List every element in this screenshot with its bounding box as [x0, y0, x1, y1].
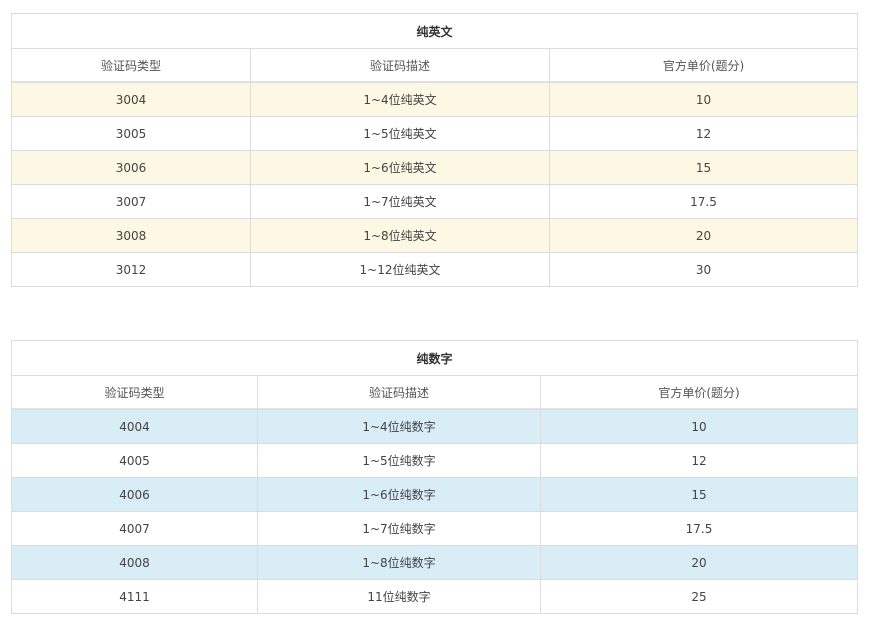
table-row: 3005 1~5位纯英文 12 [11, 116, 859, 151]
cell-description: 1~4位纯数字 [257, 409, 541, 444]
table-row: 3004 1~4位纯英文 10 [11, 82, 859, 117]
cell-type: 4008 [11, 545, 258, 580]
column-header-description: 验证码描述 [250, 48, 550, 83]
table-title-row: 纯数字 [10, 340, 859, 376]
table-row: 4008 1~8位纯数字 20 [11, 545, 859, 580]
table-title-row: 纯英文 [10, 13, 859, 49]
cell-description: 1~8位纯数字 [257, 545, 541, 580]
cell-description: 11位纯数字 [257, 579, 541, 614]
column-header-price: 官方单价(题分) [539, 375, 859, 410]
cell-type: 4007 [11, 511, 258, 546]
table-row: 3012 1~12位纯英文 30 [11, 252, 859, 287]
table-row: 3008 1~8位纯英文 20 [11, 218, 859, 253]
table-header-row: 验证码类型 验证码描述 官方单价(题分) [11, 375, 859, 410]
table-row: 4005 1~5位纯数字 12 [11, 443, 859, 478]
table-title: 纯数字 [10, 340, 859, 376]
table-header-row: 验证码类型 验证码描述 官方单价(题分) [11, 48, 859, 83]
cell-type: 3012 [11, 252, 251, 287]
cell-price: 17.5 [548, 184, 859, 219]
cell-type: 4005 [11, 443, 258, 478]
price-table-english: 纯英文 验证码类型 验证码描述 官方单价(题分) 3004 1~4位纯英文 10… [10, 13, 859, 287]
cell-description: 1~7位纯英文 [250, 184, 550, 219]
cell-price: 25 [539, 579, 859, 614]
column-header-type: 验证码类型 [11, 48, 251, 83]
table-row: 3006 1~6位纯英文 15 [11, 150, 859, 185]
cell-price: 10 [548, 82, 859, 117]
table-row: 3007 1~7位纯英文 17.5 [11, 184, 859, 219]
cell-price: 12 [548, 116, 859, 151]
cell-type: 4004 [11, 409, 258, 444]
cell-type: 3007 [11, 184, 251, 219]
cell-price: 12 [539, 443, 859, 478]
table-title: 纯英文 [10, 13, 859, 49]
cell-price: 30 [548, 252, 859, 287]
table-row: 4007 1~7位纯数字 17.5 [11, 511, 859, 546]
cell-price: 15 [539, 477, 859, 512]
cell-price: 17.5 [539, 511, 859, 546]
cell-type: 3004 [11, 82, 251, 117]
cell-type: 4111 [11, 579, 258, 614]
cell-price: 20 [539, 545, 859, 580]
cell-description: 1~4位纯英文 [250, 82, 550, 117]
table-row: 4004 1~4位纯数字 10 [11, 409, 859, 444]
cell-price: 10 [539, 409, 859, 444]
cell-type: 4006 [11, 477, 258, 512]
table-row: 4111 11位纯数字 25 [11, 579, 859, 614]
cell-description: 1~7位纯数字 [257, 511, 541, 546]
cell-description: 1~5位纯数字 [257, 443, 541, 478]
cell-price: 15 [548, 150, 859, 185]
cell-description: 1~6位纯英文 [250, 150, 550, 185]
cell-description: 1~5位纯英文 [250, 116, 550, 151]
column-header-description: 验证码描述 [257, 375, 541, 410]
cell-type: 3008 [11, 218, 251, 253]
price-table-digits: 纯数字 验证码类型 验证码描述 官方单价(题分) 4004 1~4位纯数字 10… [10, 340, 859, 614]
cell-price: 20 [548, 218, 859, 253]
cell-description: 1~8位纯英文 [250, 218, 550, 253]
cell-type: 3005 [11, 116, 251, 151]
table-row: 4006 1~6位纯数字 15 [11, 477, 859, 512]
cell-description: 1~6位纯数字 [257, 477, 541, 512]
column-header-price: 官方单价(题分) [548, 48, 859, 83]
cell-type: 3006 [11, 150, 251, 185]
cell-description: 1~12位纯英文 [250, 252, 550, 287]
column-header-type: 验证码类型 [11, 375, 258, 410]
